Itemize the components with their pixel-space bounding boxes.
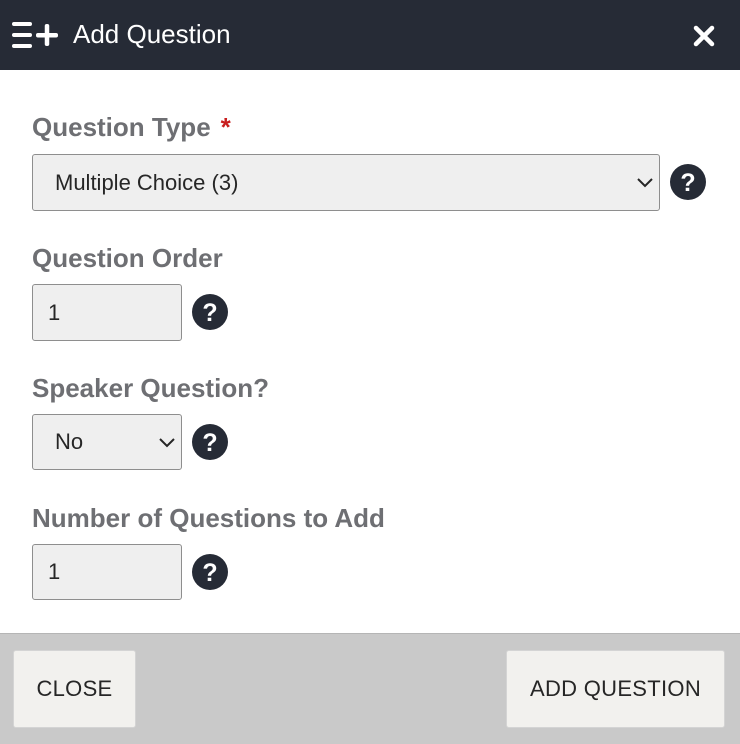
list-add-icon	[12, 22, 58, 48]
chevron-down-icon	[637, 178, 653, 188]
svg-text:?: ?	[202, 559, 217, 587]
dialog-title: Add Question	[73, 19, 231, 49]
num-questions-label: Number of Questions to Add	[32, 503, 385, 533]
required-marker: *	[220, 112, 231, 142]
svg-text:?: ?	[202, 429, 217, 457]
close-button[interactable]: CLOSE	[13, 650, 136, 728]
question-type-label-text: Question Type	[32, 112, 211, 142]
close-icon[interactable]	[690, 22, 718, 50]
question-type-selected: Multiple Choice (3)	[55, 170, 239, 195]
speaker-question-help-icon[interactable]: ?	[192, 424, 228, 460]
svg-text:?: ?	[202, 299, 217, 327]
dialog-header: Add Question	[0, 0, 740, 70]
speaker-question-label: Speaker Question?	[32, 373, 269, 403]
question-type-help-icon[interactable]: ?	[670, 164, 706, 200]
question-order-label: Question Order	[32, 243, 223, 273]
dialog-body: Question Type * Multiple Choice (3) ? Que…	[0, 70, 740, 633]
question-order-input[interactable]	[32, 284, 182, 341]
dialog-footer: CLOSE ADD QUESTION	[0, 633, 740, 744]
question-type-select[interactable]: Multiple Choice (3)	[32, 154, 660, 211]
add-question-button[interactable]: ADD QUESTION	[506, 650, 725, 728]
speaker-question-select[interactable]: No	[32, 414, 182, 470]
num-questions-input[interactable]	[32, 544, 182, 600]
chevron-down-icon	[159, 438, 175, 448]
add-question-dialog: Add Question Question Type * Multiple Cho…	[0, 0, 740, 744]
num-questions-help-icon[interactable]: ?	[192, 554, 228, 590]
question-order-help-icon[interactable]: ?	[192, 294, 228, 330]
question-type-label: Question Type *	[32, 111, 231, 143]
svg-text:?: ?	[680, 169, 695, 197]
speaker-question-selected: No	[55, 429, 84, 454]
